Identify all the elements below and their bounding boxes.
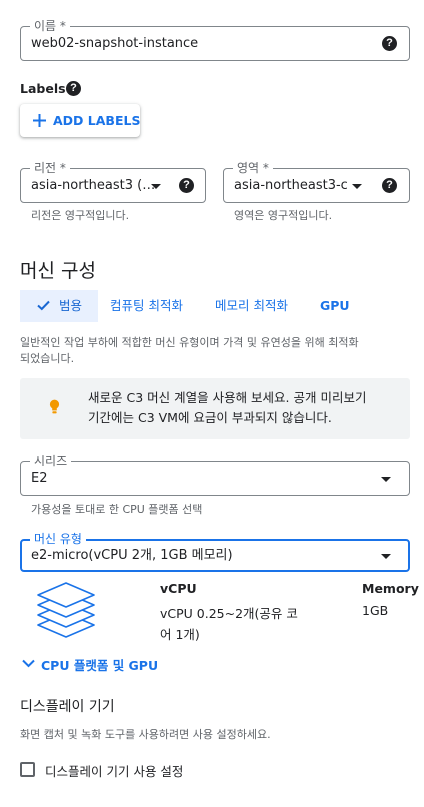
add-labels-button[interactable]: ADD LABELS: [20, 104, 140, 137]
machine-type-field[interactable]: 머신 유형 e2-micro(vCPU 2개, 1GB 메모리): [20, 531, 410, 572]
tab-label: GPU: [320, 298, 350, 313]
help-circle-icon[interactable]: ?: [382, 178, 397, 193]
vcpu-header: vCPU: [160, 581, 197, 596]
zone-field-value: asia-northeast3-c: [234, 178, 348, 193]
tab-label: 메모리 최적화: [215, 298, 288, 313]
help-circle-icon[interactable]: ?: [179, 178, 194, 193]
vcpu-value: 어 1개): [160, 627, 200, 642]
tab-general-purpose[interactable]: 범용: [20, 290, 98, 322]
display-device-description: 화면 캡처 및 녹화 도구를 사용하려면 사용 설정하세요.: [20, 728, 271, 741]
zone-field[interactable]: 영역 * asia-northeast3-c ?: [223, 160, 410, 203]
display-device-title: 디스플레이 기기: [20, 699, 115, 715]
series-field[interactable]: 시리즈 E2: [20, 453, 410, 496]
machine-config-description: 되었습니다.: [20, 352, 75, 365]
help-circle-icon[interactable]: ?: [66, 81, 81, 96]
memory-header: Memory: [362, 581, 419, 596]
tab-compute-optimized[interactable]: 컴퓨팅 최적화: [110, 290, 183, 322]
display-device-checkbox[interactable]: [20, 762, 35, 777]
zone-hint: 영역은 영구적입니다.: [234, 209, 333, 222]
lightbulb-icon: [49, 399, 60, 414]
tab-gpu[interactable]: GPU: [320, 290, 350, 322]
arrow-drop-down-icon[interactable]: [381, 477, 391, 482]
name-field-value[interactable]: web02-snapshot-instance: [31, 35, 198, 53]
chevron-down-icon: [22, 659, 35, 668]
check-icon: [37, 300, 50, 311]
plus-icon: [33, 114, 46, 127]
arrow-drop-down-icon[interactable]: [352, 184, 362, 189]
machine-type-field-value: e2-micro(vCPU 2개, 1GB 메모리): [31, 548, 233, 563]
series-field-value: E2: [31, 471, 48, 486]
add-labels-label: ADD LABELS: [53, 113, 141, 128]
tab-label: 범용: [59, 298, 83, 313]
memory-value: 1GB: [362, 603, 389, 618]
machine-config-title: 머신 구성: [20, 260, 96, 282]
series-hint: 가용성을 토대로 한 CPU 플랫폼 선택: [31, 503, 203, 516]
c3-info-text: 새로운 C3 머신 계열을 사용해 보세요. 공개 미리보기: [88, 390, 367, 405]
labels-heading: Labels: [20, 81, 66, 96]
region-hint: 리전은 영구적입니다.: [31, 209, 130, 222]
series-field-label: 시리즈: [30, 453, 72, 469]
machine-type-field-label: 머신 유형: [30, 531, 86, 547]
tab-label: 컴퓨팅 최적화: [110, 298, 183, 313]
region-field-label: 리전 *: [30, 160, 70, 176]
machine-config-description: 일반적인 작업 부하에 적합한 머신 유형이며 가격 및 유연성을 위해 최적화: [20, 336, 359, 349]
region-field-value: asia-northeast3 (…: [31, 178, 156, 193]
zone-field-label: 영역 *: [233, 160, 273, 176]
arrow-drop-down-icon[interactable]: [381, 554, 391, 559]
arrow-drop-down-icon[interactable]: [151, 184, 161, 189]
help-circle-icon[interactable]: ?: [382, 36, 397, 51]
c3-info-text: 기간에는 C3 VM에 요금이 부과되지 않습니다.: [88, 410, 332, 425]
display-device-checkbox-label[interactable]: 디스플레이 기기 사용 설정: [45, 761, 183, 780]
vcpu-value: vCPU 0.25~2개(공유 코: [160, 606, 298, 621]
c3-info-banner: 새로운 C3 머신 계열을 사용해 보세요. 공개 미리보기 기간에는 C3 V…: [20, 378, 410, 439]
stacked-layers-icon: [37, 582, 95, 638]
tab-memory-optimized[interactable]: 메모리 최적화: [215, 290, 288, 322]
name-field[interactable]: 이름 * web02-snapshot-instance ?: [20, 18, 410, 61]
region-field[interactable]: 리전 * asia-northeast3 (… ?: [20, 160, 206, 203]
name-field-label: 이름 *: [30, 18, 70, 34]
cpu-platform-gpu-label: CPU 플랫폼 및 GPU: [41, 658, 159, 673]
